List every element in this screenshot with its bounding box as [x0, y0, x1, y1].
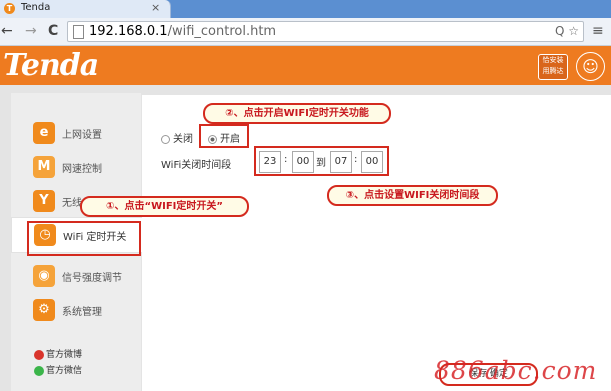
sidebar-wifi-timer-highlight: [27, 221, 141, 256]
radio-off[interactable]: 关闭: [161, 130, 193, 145]
wechat-link[interactable]: 官方微信: [34, 363, 82, 376]
router-header: Tenda 恰安装 用腾达 ☺: [0, 46, 611, 85]
speed-meter-icon: M: [33, 156, 55, 178]
wechat-label: 官方微信: [46, 366, 83, 376]
browser-menu-icon[interactable]: ≡: [592, 23, 604, 39]
signal-icon: ◉: [33, 265, 55, 287]
install-badge[interactable]: 恰安装 用腾达: [538, 54, 568, 80]
sidebar-item-internet-settings[interactable]: e 上网设置: [11, 116, 141, 150]
sidebar-item-label: 网速控制: [62, 164, 102, 175]
callout-step-1: ①、点击“WIFI定时开关”: [80, 196, 249, 217]
url-path: /wifi_control.htm: [167, 24, 277, 39]
sidebar-item-system-management[interactable]: ⚙ 系统管理: [11, 293, 141, 327]
back-arrow-icon[interactable]: ←: [1, 23, 13, 39]
tab-close-icon[interactable]: ×: [151, 1, 160, 14]
reload-icon[interactable]: C: [48, 23, 58, 39]
browser-tab-bar: T Tenda ×: [0, 0, 611, 18]
tab-title: Tenda: [21, 2, 51, 13]
zoom-bookmark-icon[interactable]: Q ☆: [555, 24, 579, 38]
wireless-icon: Y: [33, 190, 55, 212]
tenda-favicon-icon: T: [4, 3, 15, 14]
internet-e-icon: e: [33, 122, 55, 144]
tenda-logo: Tenda: [3, 48, 99, 83]
address-bar[interactable]: 192.168.0.1/wifi_control.htm Q ☆: [67, 21, 584, 42]
forward-arrow-icon[interactable]: →: [25, 23, 37, 39]
radio-off-circle[interactable]: [161, 134, 170, 144]
sidebar-item-label: 信号强度调节: [62, 273, 122, 284]
callout-step-2: ②、点击开启WIFI定时开关功能: [203, 103, 391, 124]
weibo-label: 官方微博: [46, 350, 83, 360]
gear-icon: ⚙: [33, 299, 55, 321]
url-host: 192.168.0.1: [89, 24, 168, 39]
weibo-icon: [34, 349, 44, 360]
sidebar-item-label: 无线: [62, 198, 82, 209]
page-icon: [73, 25, 84, 39]
site-watermark: 886abc.com: [434, 356, 598, 385]
browser-tab[interactable]: T Tenda ×: [0, 0, 171, 18]
wifi-off-period-label: WiFi关闭时间段: [161, 160, 232, 171]
sidebar-item-label: 系统管理: [62, 307, 102, 318]
wechat-icon: [34, 365, 44, 376]
sidebar-item-signal-strength[interactable]: ◉ 信号强度调节: [11, 259, 141, 293]
sidebar-item-speed-control[interactable]: M 网速控制: [11, 150, 141, 184]
radio-on-highlight: [199, 124, 249, 148]
weibo-link[interactable]: 官方微博: [34, 347, 82, 360]
time-range-highlight: [254, 146, 389, 176]
browser-toolbar: ← → C 192.168.0.1/wifi_control.htm Q ☆ ≡: [0, 18, 611, 46]
radio-off-label: 关闭: [173, 134, 193, 145]
url-text: 192.168.0.1/wifi_control.htm: [89, 24, 276, 39]
sidebar-item-label: 上网设置: [62, 130, 102, 141]
smiley-icon[interactable]: ☺: [576, 52, 605, 81]
callout-step-3: ③、点击设置WIFI关闭时间段: [327, 185, 498, 206]
